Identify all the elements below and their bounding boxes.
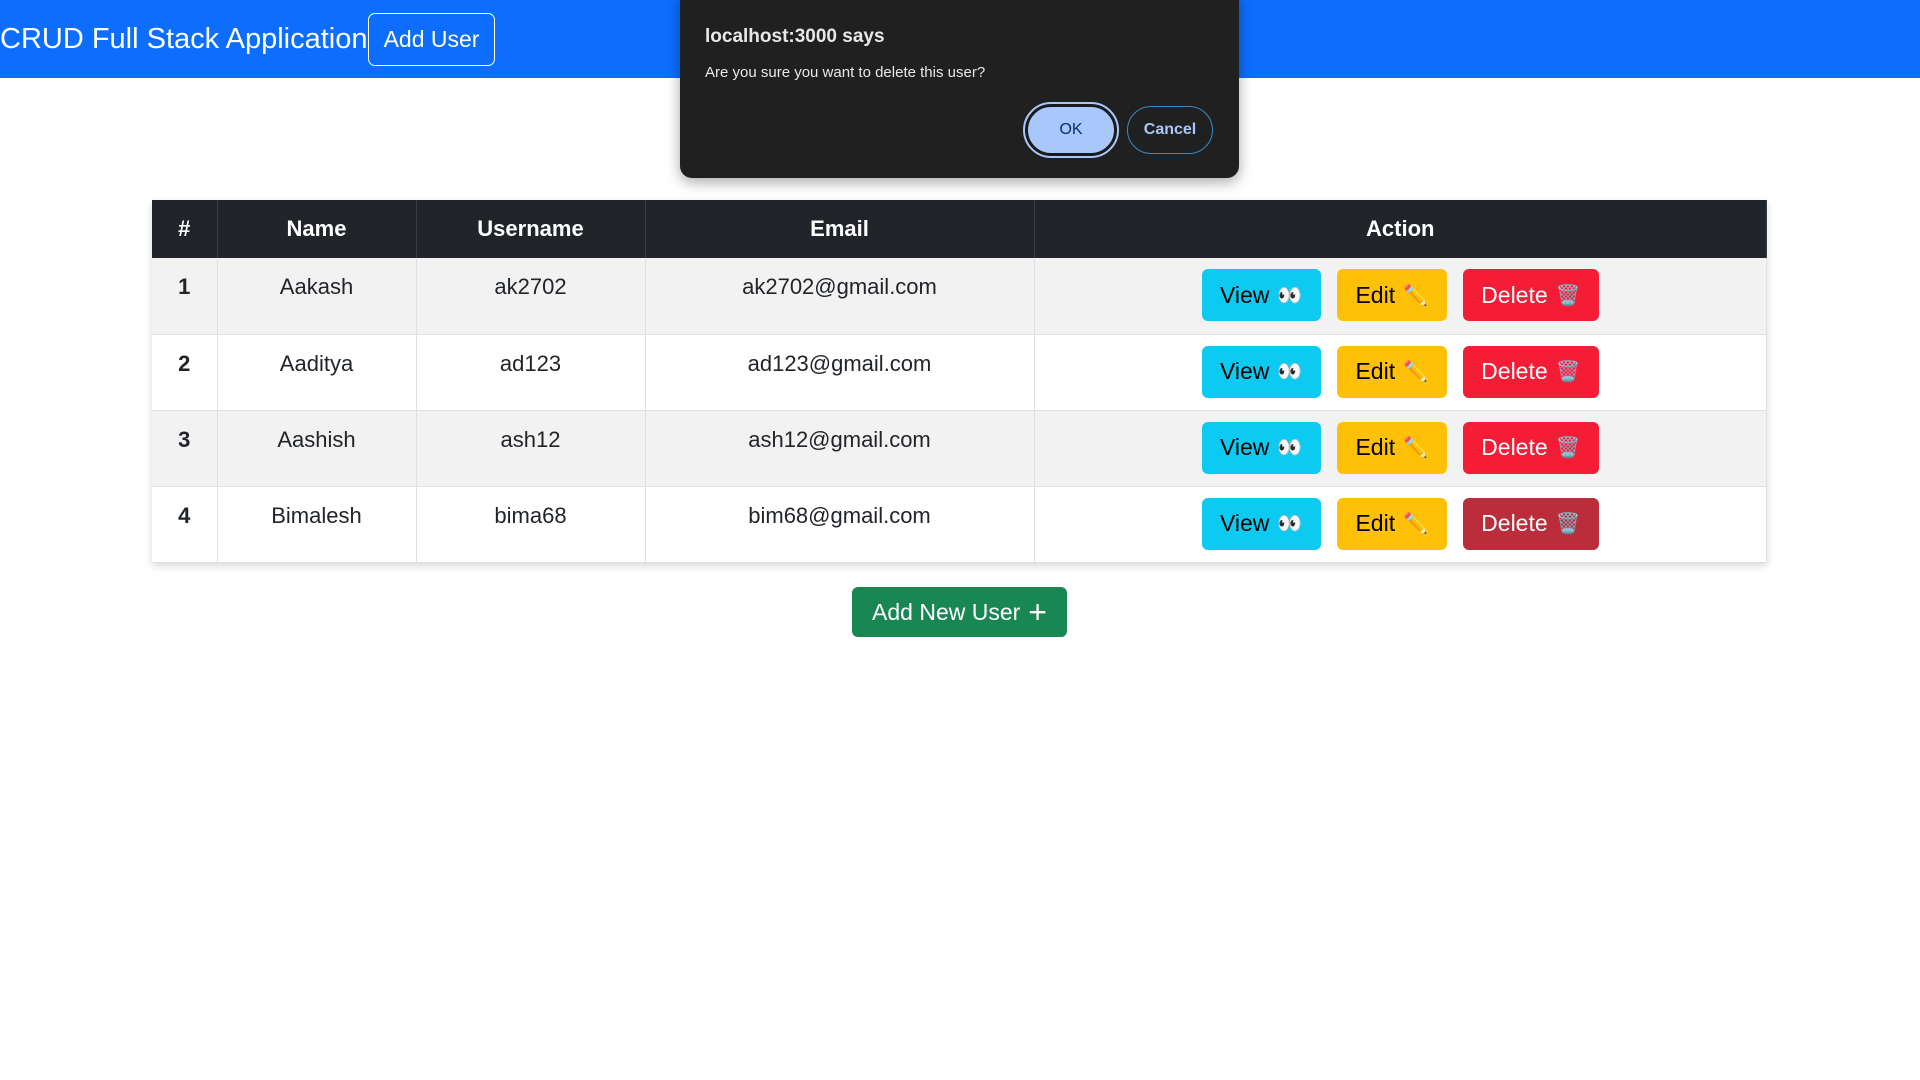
header-username: Username xyxy=(416,200,646,258)
edit-label: Edit xyxy=(1355,281,1396,308)
pencil-icon: ✏️ xyxy=(1403,284,1429,307)
edit-label: Edit xyxy=(1355,434,1396,460)
view-label: View xyxy=(1219,358,1270,384)
header-number: # xyxy=(152,200,218,258)
dialog-message: Are you sure you want to delete this use… xyxy=(705,64,986,81)
table-row: 1 Aakash ak2702 ak2702@gmail.com View 👀 E… xyxy=(152,258,1767,335)
ok-button[interactable]: OK xyxy=(1023,102,1119,158)
plus-icon: + xyxy=(1028,594,1047,630)
cell-actions: View 👀 Edit ✏️ Delete 🗑️ xyxy=(1034,410,1767,487)
cell-actions: View 👀 Edit ✏️ Delete 🗑️ xyxy=(1034,258,1767,335)
delete-button[interactable]: Delete 🗑️ xyxy=(1462,421,1599,474)
cell-name: Aaditya xyxy=(217,334,417,411)
view-label: View xyxy=(1219,281,1270,308)
cell-username: ak2702 xyxy=(416,258,646,335)
edit-label: Edit xyxy=(1355,510,1396,536)
eyes-icon: 👀 xyxy=(1277,513,1303,535)
table-row: 4 Bimalesh bima68 bim68@gmail.com View 👀 … xyxy=(152,486,1767,563)
delete-label: Delete xyxy=(1481,281,1548,308)
edit-button[interactable]: Edit ✏️ xyxy=(1336,497,1447,550)
view-button[interactable]: View 👀 xyxy=(1201,269,1321,321)
confirm-dialog: localhost:3000 says Are you sure you wan… xyxy=(680,0,1239,178)
cell-email: ash12@gmail.com xyxy=(645,410,1035,487)
trash-icon: 🗑️ xyxy=(1555,513,1581,535)
header-name: Name xyxy=(217,200,417,258)
cell-actions: View 👀 Edit ✏️ Delete 🗑️ xyxy=(1034,334,1767,411)
cell-id: 3 xyxy=(152,410,218,487)
header-action: Action xyxy=(1034,200,1767,258)
delete-label: Delete xyxy=(1481,358,1548,384)
delete-label: Delete xyxy=(1481,510,1548,536)
edit-button[interactable]: Edit ✏️ xyxy=(1336,421,1447,474)
add-new-user-label: Add New User xyxy=(872,598,1021,625)
delete-button[interactable]: Delete 🗑️ xyxy=(1462,345,1599,398)
add-user-button[interactable]: Add User xyxy=(368,13,495,66)
cell-username: ash12 xyxy=(416,410,646,487)
cancel-button[interactable]: Cancel xyxy=(1127,106,1213,154)
delete-label: Delete xyxy=(1481,434,1548,460)
dialog-title: localhost:3000 says xyxy=(705,26,885,47)
cell-email: ad123@gmail.com xyxy=(645,334,1035,411)
pencil-icon: ✏️ xyxy=(1403,361,1429,383)
view-button[interactable]: View 👀 xyxy=(1201,497,1321,550)
app-title[interactable]: CRUD Full Stack Application xyxy=(0,23,367,56)
cell-email: bim68@gmail.com xyxy=(645,486,1035,563)
cell-name: Aakash xyxy=(217,258,417,335)
table-row: 2 Aaditya ad123 ad123@gmail.com View 👀 Ed… xyxy=(152,334,1767,411)
header-email: Email xyxy=(645,200,1035,258)
cell-id: 2 xyxy=(152,334,218,411)
cell-id: 4 xyxy=(152,486,218,563)
eyes-icon: 👀 xyxy=(1277,361,1303,383)
cell-actions: View 👀 Edit ✏️ Delete 🗑️ xyxy=(1034,486,1767,563)
trash-icon: 🗑️ xyxy=(1555,361,1581,383)
view-label: View xyxy=(1219,434,1270,460)
edit-label: Edit xyxy=(1355,358,1396,384)
pencil-icon: ✏️ xyxy=(1403,437,1429,459)
cell-name: Aashish xyxy=(217,410,417,487)
view-label: View xyxy=(1219,510,1270,536)
view-button[interactable]: View 👀 xyxy=(1201,421,1321,474)
cell-name: Bimalesh xyxy=(217,486,417,563)
cell-id: 1 xyxy=(152,258,218,335)
pencil-icon: ✏️ xyxy=(1403,513,1429,535)
cell-username: ad123 xyxy=(416,334,646,411)
cell-username: bima68 xyxy=(416,486,646,563)
table-row: 3 Aashish ash12 ash12@gmail.com View 👀 Ed… xyxy=(152,410,1767,487)
delete-button[interactable]: Delete 🗑️ xyxy=(1462,497,1599,550)
users-table: # Name Username Email Action 1 Aakash ak… xyxy=(152,200,1767,563)
edit-button[interactable]: Edit ✏️ xyxy=(1336,269,1447,321)
eyes-icon: 👀 xyxy=(1277,437,1303,459)
edit-button[interactable]: Edit ✏️ xyxy=(1336,345,1447,398)
delete-button[interactable]: Delete 🗑️ xyxy=(1462,269,1599,321)
cell-email: ak2702@gmail.com xyxy=(645,258,1035,335)
view-button[interactable]: View 👀 xyxy=(1201,345,1321,398)
add-new-user-button[interactable]: Add New User + xyxy=(852,587,1067,637)
trash-icon: 🗑️ xyxy=(1555,437,1581,459)
eyes-icon: 👀 xyxy=(1277,284,1303,307)
trash-icon: 🗑️ xyxy=(1555,284,1581,307)
